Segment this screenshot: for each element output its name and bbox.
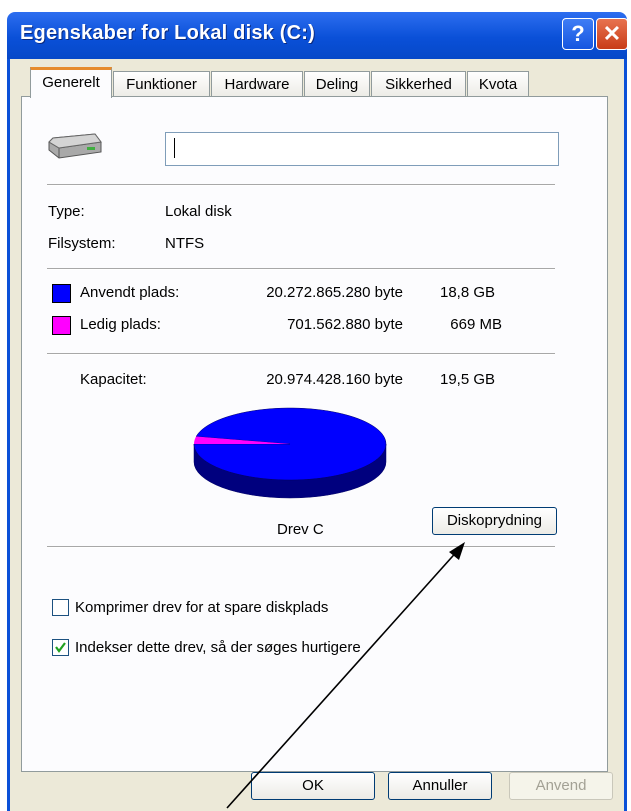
cancel-button[interactable]: Annuller <box>388 772 492 800</box>
separator <box>47 184 555 186</box>
disk-usage-pie <box>193 407 387 499</box>
capacity-bytes: 20.974.428.160 byte <box>266 371 403 388</box>
separator <box>47 353 555 355</box>
properties-window: Egenskaber for Lokal disk (C:) ? ✕ Gener… <box>0 0 631 811</box>
apply-button[interactable]: Anvend <box>509 772 613 800</box>
index-drive-checkbox[interactable] <box>52 639 69 656</box>
filesystem-label: Filsystem: <box>48 235 116 252</box>
free-space-label: Ledig plads: <box>80 316 161 333</box>
used-space-size: 18,8 GB <box>440 284 496 301</box>
free-space-bytes: 701.562.880 byte <box>287 316 403 333</box>
separator <box>47 268 555 270</box>
capacity-label: Kapacitet: <box>80 371 147 388</box>
capacity-size: 19,5 GB <box>440 371 496 388</box>
used-space-swatch <box>52 284 71 303</box>
filesystem-value: NTFS <box>165 235 205 252</box>
compress-drive-label: Komprimer drev for at spare diskplads <box>75 599 329 616</box>
free-space-size: 669 MB <box>450 316 502 333</box>
used-space-bytes: 20.272.865.280 byte <box>266 284 403 301</box>
text-cursor <box>174 138 175 158</box>
tab-hardware[interactable]: Hardware <box>211 71 303 97</box>
compress-drive-checkbox[interactable] <box>52 599 69 616</box>
tab-sikkerhed[interactable]: Sikkerhed <box>371 71 466 97</box>
tab-funktioner[interactable]: Funktioner <box>113 71 210 97</box>
drive-label: Drev C <box>277 521 324 538</box>
window-title: Egenskaber for Lokal disk (C:) <box>20 22 315 44</box>
free-space-swatch <box>52 316 71 335</box>
used-space-label: Anvendt plads: <box>80 284 180 301</box>
drive-name-input[interactable] <box>165 132 559 166</box>
separator <box>47 546 555 548</box>
ok-button[interactable]: OK <box>251 772 375 800</box>
disk-cleanup-button[interactable]: Diskoprydning <box>432 507 557 535</box>
tab-kvota[interactable]: Kvota <box>467 71 529 97</box>
type-value: Lokal disk <box>165 203 232 220</box>
type-label: Type: <box>48 203 85 220</box>
help-button[interactable]: ? <box>562 18 594 50</box>
close-button[interactable]: ✕ <box>596 18 628 50</box>
tab-deling[interactable]: Deling <box>304 71 370 97</box>
index-drive-label: Indekser dette drev, så der søges hurtig… <box>75 639 361 656</box>
hard-disk-icon <box>48 133 102 159</box>
tab-generelt[interactable]: Generelt <box>30 67 112 98</box>
